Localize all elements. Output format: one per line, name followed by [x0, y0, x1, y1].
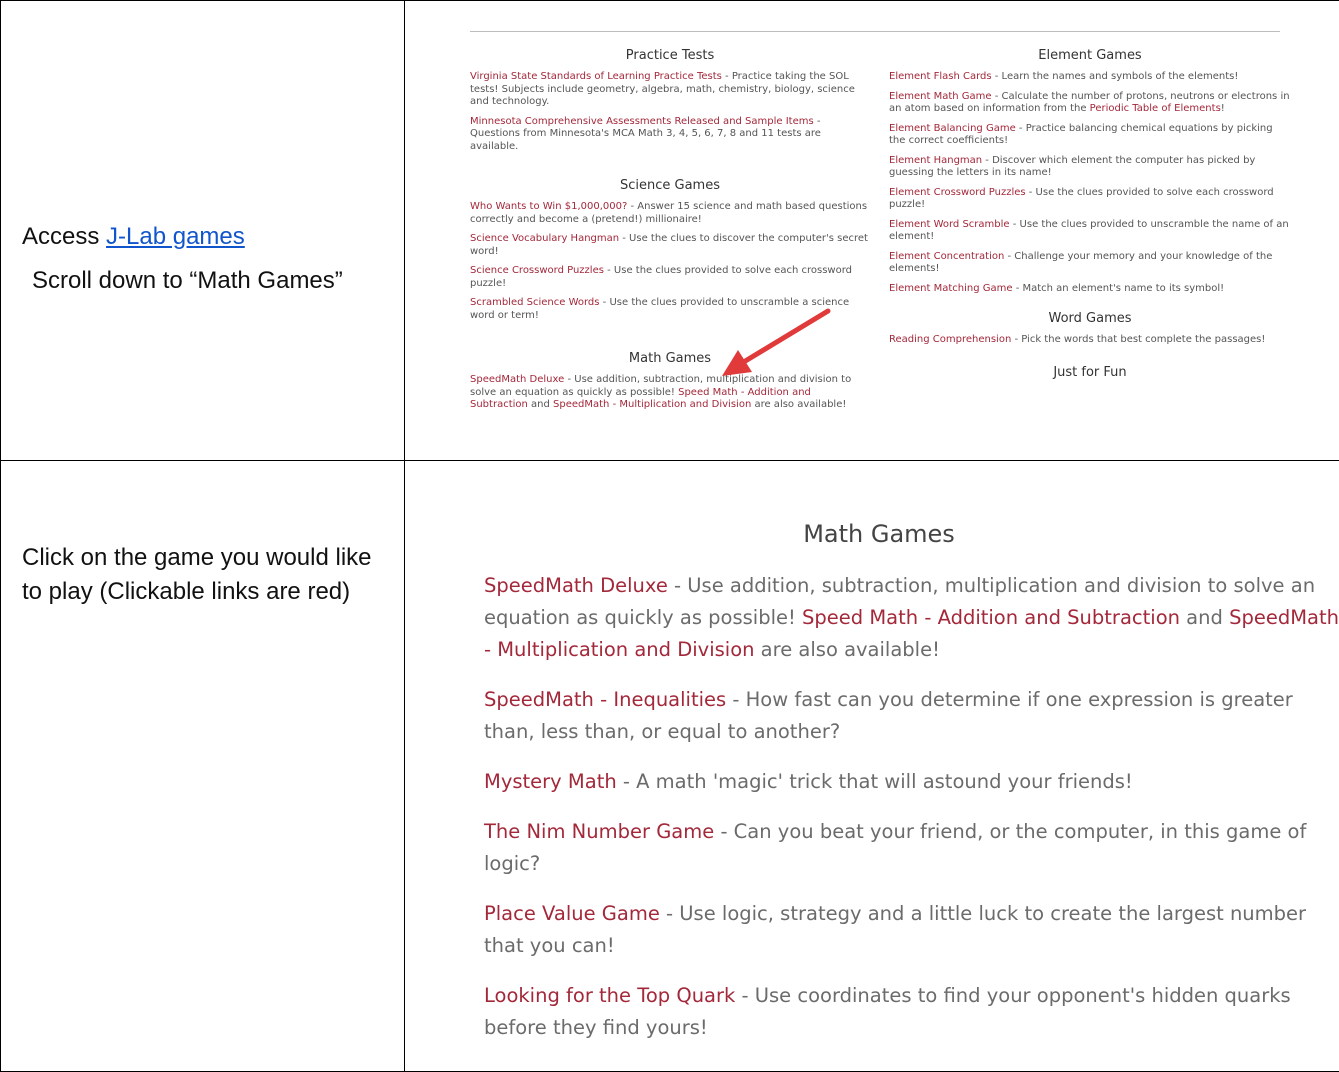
game-link[interactable]: Who Wants to Win $1,000,000?	[470, 201, 627, 212]
list-item: Science Crossword Puzzles - Use the clue…	[470, 265, 870, 290]
game-link[interactable]: SpeedMath - Inequalities	[484, 688, 726, 711]
list-item: Place Value Game - Use logic, strategy a…	[484, 898, 1339, 962]
game-link[interactable]: Speed Math - Addition and Subtraction	[802, 606, 1180, 629]
game-link[interactable]: The Nim Number Game	[484, 820, 714, 843]
game-description: and	[527, 399, 554, 410]
list-item: Element Matching Game - Match an element…	[889, 283, 1291, 296]
game-link[interactable]: SpeedMath - Multiplication and Division	[553, 399, 751, 410]
math-games-heading: Math Games	[803, 520, 955, 548]
list-item: Element Word Scramble - Use the clues pr…	[889, 219, 1291, 244]
right-column: Element Games Element Flash Cards - Learn…	[889, 48, 1291, 388]
game-link[interactable]: Element Matching Game	[889, 283, 1013, 294]
list-item: Element Math Game - Calculate the number…	[889, 91, 1291, 116]
game-link[interactable]: SpeedMath Deluxe	[484, 574, 668, 597]
game-description: are also available!	[751, 399, 847, 410]
list-item: Element Balancing Game - Practice balanc…	[889, 123, 1291, 148]
access-prefix: Access	[22, 223, 107, 250]
table-border-top	[0, 0, 1339, 1]
game-link[interactable]: Virginia State Standards of Learning Pra…	[470, 71, 722, 82]
list-item: Element Concentration - Challenge your m…	[889, 251, 1291, 276]
section-heading: Math Games	[628, 351, 712, 366]
list-item: Virginia State Standards of Learning Pra…	[470, 71, 870, 109]
list-item: Looking for the Top Quark - Use coordina…	[484, 980, 1339, 1044]
game-description: and	[1179, 606, 1230, 629]
game-link[interactable]: Science Vocabulary Hangman	[470, 233, 619, 244]
table-column-divider	[404, 0, 405, 1072]
section-heading: Element Games	[1038, 48, 1142, 63]
game-link[interactable]: Periodic Table of Elements	[1090, 103, 1221, 114]
table-border-left	[0, 0, 1, 1072]
section-heading: Practice Tests	[625, 48, 715, 63]
access-instruction: Access J-Lab games	[22, 220, 245, 254]
list-item: Scrambled Science Words - Use the clues …	[470, 297, 870, 322]
game-description: - Pick the words that best complete the …	[1011, 334, 1266, 345]
math-games-screenshot: Math Games SpeedMath Deluxe - Use additi…	[420, 476, 1339, 1066]
list-item: Element Hangman - Discover which element…	[889, 155, 1291, 180]
game-link[interactable]: SpeedMath Deluxe	[470, 374, 564, 385]
game-link[interactable]: Looking for the Top Quark	[484, 984, 735, 1007]
game-link[interactable]: Element Math Game	[889, 91, 992, 102]
list-item: Element Flash Cards - Learn the names an…	[889, 71, 1291, 84]
section-heading: Just for Fun	[1053, 364, 1127, 380]
game-link[interactable]: Element Balancing Game	[889, 123, 1016, 134]
jlab-games-link[interactable]: J-Lab games	[106, 223, 245, 250]
list-item: Minnesota Comprehensive Assessments Rele…	[470, 116, 870, 154]
list-item: Element Crossword Puzzles - Use the clue…	[889, 187, 1291, 212]
game-description: - Learn the names and symbols of the ele…	[991, 71, 1239, 82]
game-link[interactable]: Reading Comprehension	[889, 334, 1011, 345]
math-games-list: SpeedMath Deluxe - Use addition, subtrac…	[484, 570, 1339, 1062]
game-link[interactable]: Mystery Math	[484, 770, 617, 793]
list-item: Reading Comprehension - Pick the words t…	[889, 334, 1291, 347]
table-row-divider	[0, 460, 1339, 461]
list-item: SpeedMath - Inequalities - How fast can …	[484, 684, 1339, 748]
game-link[interactable]: Science Crossword Puzzles	[470, 265, 604, 276]
game-link[interactable]: Scrambled Science Words	[470, 297, 600, 308]
page-divider	[470, 31, 1280, 32]
scroll-instruction: Scroll down to “Math Games”	[32, 267, 343, 294]
game-link[interactable]: Element Crossword Puzzles	[889, 187, 1026, 198]
list-item: The Nim Number Game - Can you beat your …	[484, 816, 1339, 880]
list-item: Who Wants to Win $1,000,000? - Answer 15…	[470, 201, 870, 226]
game-description: - Match an element's name to its symbol!	[1012, 282, 1225, 294]
game-description: !	[1220, 103, 1225, 114]
game-description: are also available!	[754, 638, 940, 661]
game-link[interactable]: Minnesota Comprehensive Assessments Rele…	[470, 116, 814, 127]
game-link[interactable]: Place Value Game	[484, 902, 660, 925]
game-link[interactable]: Element Flash Cards	[889, 71, 992, 82]
game-description: - A math 'magic' trick that will astound…	[616, 770, 1133, 793]
list-item: SpeedMath Deluxe - Use addition, subtrac…	[484, 570, 1339, 666]
game-link[interactable]: Element Hangman	[889, 155, 982, 166]
section-heading: Word Games	[1048, 311, 1132, 326]
list-item: Mystery Math - A math 'magic' trick that…	[484, 766, 1339, 798]
left-column: Practice Tests Virginia State Standards o…	[470, 48, 870, 419]
click-instruction: Click on the game you would like to play…	[22, 544, 372, 605]
section-heading: Science Games	[619, 178, 720, 193]
list-item: SpeedMath Deluxe - Use addition, subtrac…	[470, 374, 870, 412]
game-link[interactable]: Element Word Scramble	[889, 219, 1010, 230]
list-item: Science Vocabulary Hangman - Use the clu…	[470, 233, 870, 258]
instruction-table: Access J-Lab games Scroll down to “Math …	[0, 0, 1339, 1072]
game-link[interactable]: Element Concentration	[889, 251, 1004, 262]
jlab-page-screenshot: Practice Tests Virginia State Standards o…	[420, 14, 1300, 454]
